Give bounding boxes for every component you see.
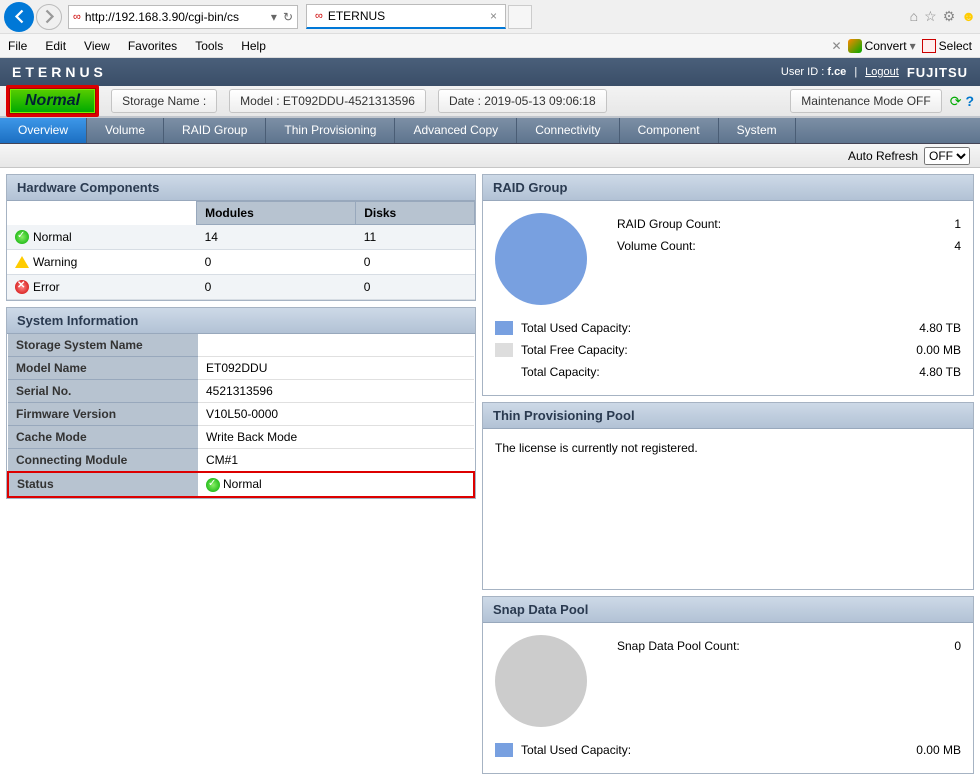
table-row: Cache ModeWrite Back Mode [8,426,474,449]
browser-tab[interactable]: ∞ ETERNUS × [306,4,506,29]
hardware-components-panel: Hardware Components Modules Disks Normal… [6,174,476,301]
browser-toolbar-right: ⌂ ☆ ⚙ ☻ [910,8,976,25]
snap-pie-chart [495,635,587,727]
legend-row: Total Used Capacity:0.00 MB [495,739,961,761]
vendor-logo: FUJITSU [907,65,968,80]
panel-title: System Information [7,308,475,334]
tab-component[interactable]: Component [620,118,719,143]
refresh-green-icon[interactable]: ⟳ [950,93,962,110]
table-row: Normal 14 11 [7,225,475,250]
menu-bar: File Edit View Favorites Tools Help ✕ Co… [0,34,980,58]
new-tab-button[interactable] [508,5,532,29]
convert-icon [848,39,862,53]
user-id-label: User ID : f.ce [781,66,846,78]
warning-icon [15,256,29,268]
model-field: Model : ET092DDU-4521313596 [229,89,426,113]
close-toolbar-icon[interactable]: ✕ [832,39,842,53]
system-information-panel: System Information Storage System NameMo… [6,307,476,499]
toolbar-row: Auto Refresh OFF [0,144,980,168]
tab-advanced-copy[interactable]: Advanced Copy [395,118,517,143]
convert-button[interactable]: Convert▾ [848,39,916,53]
select-icon [922,39,936,53]
tab-connectivity[interactable]: Connectivity [517,118,619,143]
storage-name-field: Storage Name : [111,89,217,113]
raid-group-panel: RAID Group RAID Group Count:1 Volume Cou… [482,174,974,396]
gear-icon[interactable]: ⚙ [943,8,956,25]
tab-strip: ∞ ETERNUS × [306,4,532,29]
menu-edit[interactable]: Edit [45,39,66,53]
ok-icon [206,478,220,492]
table-row: Storage System Name [8,334,474,357]
legend-row: Total Used Capacity:4.80 TB [495,317,961,339]
system-status-badge: Normal [6,85,99,117]
error-icon [15,280,29,294]
legend-row: Total Capacity:4.80 TB [495,361,961,383]
swatch-icon [495,365,513,379]
url-input[interactable] [85,10,268,24]
table-row: Model NameET092DDU [8,357,474,380]
col-disks: Disks [356,202,475,225]
refresh-icon[interactable]: ↻ [283,10,293,24]
table-row: StatusNormal [8,472,474,497]
main-nav: Overview Volume RAID Group Thin Provisio… [0,118,980,144]
logout-link[interactable]: Logout [865,66,899,78]
legend-row: Total Free Capacity:0.00 MB [495,339,961,361]
tab-title: ETERNUS [328,9,385,23]
panel-title: RAID Group [483,175,973,201]
menu-favorites[interactable]: Favorites [128,39,177,53]
status-bar: Normal Storage Name : Model : ET092DDU-4… [0,86,980,118]
tab-volume[interactable]: Volume [87,118,164,143]
menu-help[interactable]: Help [241,39,266,53]
select-button[interactable]: Select [922,39,972,53]
table-row: Firmware VersionV10L50-0000 [8,403,474,426]
app-header: ETERNUS User ID : f.ce | Logout FUJITSU [0,58,980,86]
help-icon[interactable]: ? [965,93,974,110]
auto-refresh-label: Auto Refresh [848,149,918,163]
panel-title: Thin Provisioning Pool [483,403,973,429]
brand-logo: ETERNUS [12,64,107,80]
thin-message: The license is currently not registered. [483,429,973,589]
date-field: Date : 2019-05-13 09:06:18 [438,89,607,113]
table-row: Error 0 0 [7,275,475,300]
tab-raid-group[interactable]: RAID Group [164,118,266,143]
auto-refresh-select[interactable]: OFF [924,147,970,165]
maintenance-mode-button[interactable]: Maintenance Mode OFF [790,89,941,113]
raid-pie-chart [495,213,587,305]
browser-toolbar: ∞ ▾ ↻ ∞ ETERNUS × ⌂ ☆ ⚙ ☻ [0,0,980,34]
nav-forward-button[interactable] [36,4,62,30]
star-icon[interactable]: ☆ [924,8,937,25]
tab-system[interactable]: System [719,118,796,143]
menu-file[interactable]: File [8,39,27,53]
menu-tools[interactable]: Tools [195,39,223,53]
swatch-icon [495,743,513,757]
arrow-left-icon [12,9,27,24]
table-row: Connecting ModuleCM#1 [8,449,474,473]
swatch-icon [495,321,513,335]
close-icon[interactable]: × [490,9,497,23]
table-row: Warning 0 0 [7,250,475,275]
swatch-icon [495,343,513,357]
panel-title: Snap Data Pool [483,597,973,623]
menu-view[interactable]: View [84,39,110,53]
url-bar[interactable]: ∞ ▾ ↻ [68,5,298,29]
table-row: Serial No.4521313596 [8,380,474,403]
panel-title: Hardware Components [7,175,475,201]
nav-back-button[interactable] [4,2,34,32]
url-dropdown-icon[interactable]: ▾ [271,10,277,24]
tab-overview[interactable]: Overview [0,118,87,143]
smiley-icon[interactable]: ☻ [961,8,976,25]
home-icon[interactable]: ⌂ [910,8,918,25]
arrow-right-icon [42,9,57,24]
link-icon: ∞ [73,11,81,23]
link-icon: ∞ [315,10,323,22]
ok-icon [15,230,29,244]
snap-data-pool-panel: Snap Data Pool Snap Data Pool Count:0 To… [482,596,974,774]
tab-thin-provisioning[interactable]: Thin Provisioning [266,118,395,143]
thin-provisioning-panel: Thin Provisioning Pool The license is cu… [482,402,974,590]
col-modules: Modules [197,202,356,225]
